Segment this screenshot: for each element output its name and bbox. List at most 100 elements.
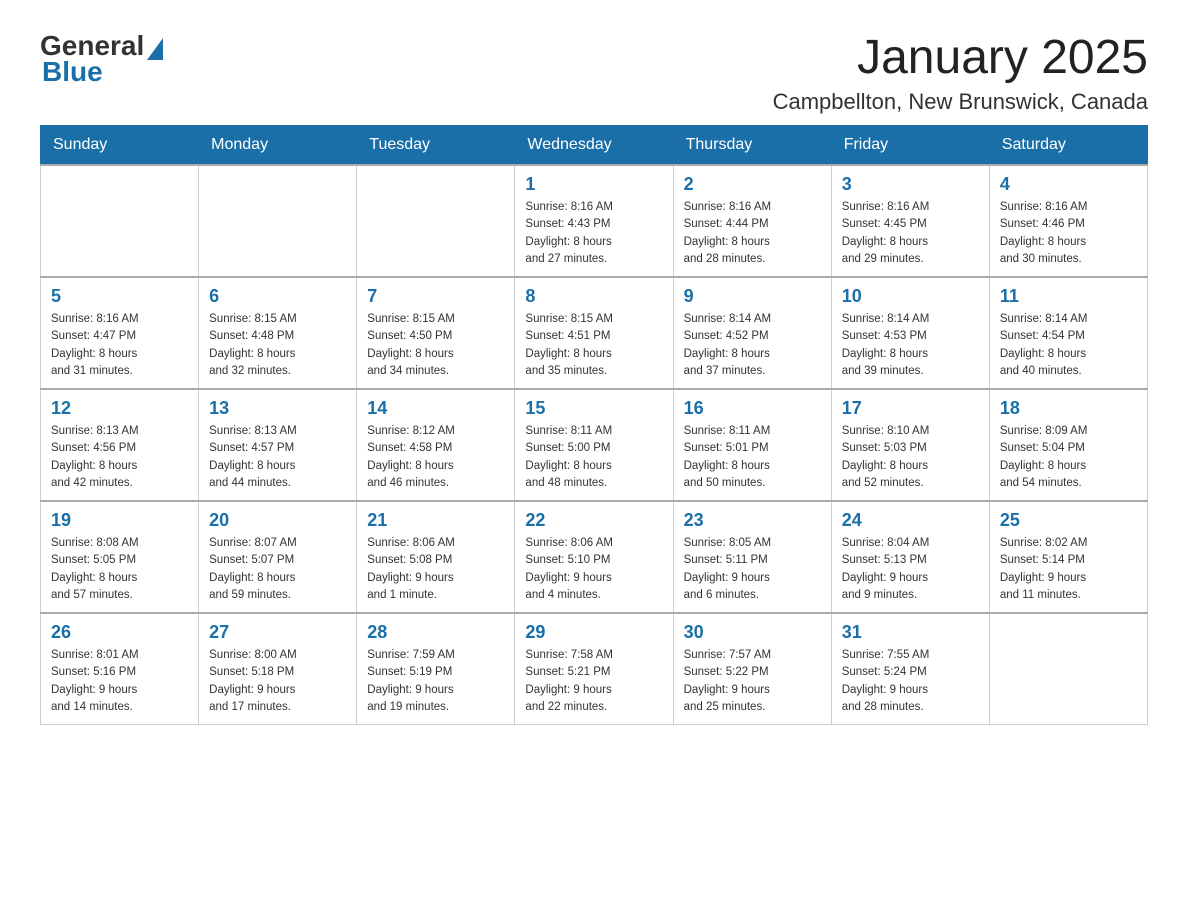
day-info: Sunrise: 8:02 AMSunset: 5:14 PMDaylight:…: [1000, 535, 1137, 604]
day-info: Sunrise: 7:55 AMSunset: 5:24 PMDaylight:…: [842, 647, 979, 716]
day-number: 8: [525, 286, 662, 307]
day-number: 13: [209, 398, 346, 419]
day-number: 7: [367, 286, 504, 307]
day-info: Sunrise: 8:11 AMSunset: 5:01 PMDaylight:…: [684, 423, 821, 492]
day-number: 29: [525, 622, 662, 643]
calendar-cell: 3Sunrise: 8:16 AMSunset: 4:45 PMDaylight…: [831, 165, 989, 277]
day-info: Sunrise: 8:05 AMSunset: 5:11 PMDaylight:…: [684, 535, 821, 604]
calendar-cell: 19Sunrise: 8:08 AMSunset: 5:05 PMDayligh…: [41, 501, 199, 613]
day-info: Sunrise: 8:13 AMSunset: 4:56 PMDaylight:…: [51, 423, 188, 492]
calendar-cell: [199, 165, 357, 277]
calendar-cell: 6Sunrise: 8:15 AMSunset: 4:48 PMDaylight…: [199, 277, 357, 389]
weekday-header-monday: Monday: [199, 126, 357, 166]
calendar-cell: 12 Sunrise: 8:13 AMSunset: 4:56 PMDayligh…: [41, 389, 199, 501]
logo-blue: Blue: [40, 56, 163, 88]
day-info: Sunrise: 8:15 AMSunset: 4:50 PMDaylight:…: [367, 311, 504, 380]
day-info: Sunrise: 8:16 AMSunset: 4:45 PMDaylight:…: [842, 199, 979, 268]
day-number: 14: [367, 398, 504, 419]
weekday-header-wednesday: Wednesday: [515, 126, 673, 166]
day-number: 22: [525, 510, 662, 531]
day-info: Sunrise: 8:11 AMSunset: 5:00 PMDaylight:…: [525, 423, 662, 492]
day-number: 9: [684, 286, 821, 307]
month-title: January 2025: [773, 30, 1148, 85]
day-number: 30: [684, 622, 821, 643]
day-info: Sunrise: 8:00 AMSunset: 5:18 PMDaylight:…: [209, 647, 346, 716]
day-info: Sunrise: 8:06 AMSunset: 5:08 PMDaylight:…: [367, 535, 504, 604]
weekday-header-thursday: Thursday: [673, 126, 831, 166]
day-number: 27: [209, 622, 346, 643]
weekday-header-tuesday: Tuesday: [357, 126, 515, 166]
calendar-cell: 22 Sunrise: 8:06 AMSunset: 5:10 PMDayligh…: [515, 501, 673, 613]
day-number: 1: [525, 174, 662, 195]
day-number: 25: [1000, 510, 1137, 531]
calendar-cell: 16 Sunrise: 8:11 AMSunset: 5:01 PMDayligh…: [673, 389, 831, 501]
day-number: 6: [209, 286, 346, 307]
day-info: Sunrise: 8:16 AMSunset: 4:43 PMDaylight:…: [525, 199, 662, 268]
calendar-cell: 17 Sunrise: 8:10 AMSunset: 5:03 PMDayligh…: [831, 389, 989, 501]
day-info: Sunrise: 8:16 AMSunset: 4:46 PMDaylight:…: [1000, 199, 1137, 268]
calendar-cell: 30Sunrise: 7:57 AMSunset: 5:22 PMDayligh…: [673, 613, 831, 725]
day-number: 16: [684, 398, 821, 419]
day-info: Sunrise: 7:58 AMSunset: 5:21 PMDaylight:…: [525, 647, 662, 716]
calendar-cell: 21 Sunrise: 8:06 AMSunset: 5:08 PMDayligh…: [357, 501, 515, 613]
day-number: 20: [209, 510, 346, 531]
day-number: 28: [367, 622, 504, 643]
day-info: Sunrise: 8:14 AMSunset: 4:52 PMDaylight:…: [684, 311, 821, 380]
calendar-cell: 18 Sunrise: 8:09 AMSunset: 5:04 PMDayligh…: [989, 389, 1147, 501]
calendar-cell: 5 Sunrise: 8:16 AMSunset: 4:47 PMDaylight…: [41, 277, 199, 389]
calendar-cell: 9 Sunrise: 8:14 AMSunset: 4:52 PMDaylight…: [673, 277, 831, 389]
day-info: Sunrise: 8:15 AMSunset: 4:51 PMDaylight:…: [525, 311, 662, 380]
day-number: 5: [51, 286, 188, 307]
day-info: Sunrise: 8:09 AMSunset: 5:04 PMDaylight:…: [1000, 423, 1137, 492]
day-number: 21: [367, 510, 504, 531]
day-number: 2: [684, 174, 821, 195]
weekday-header-friday: Friday: [831, 126, 989, 166]
calendar-cell: 13Sunrise: 8:13 AMSunset: 4:57 PMDayligh…: [199, 389, 357, 501]
day-number: 4: [1000, 174, 1137, 195]
day-number: 26: [51, 622, 188, 643]
logo: General Blue: [40, 30, 163, 88]
week-row-1: 1 Sunrise: 8:16 AMSunset: 4:43 PMDaylight…: [41, 165, 1148, 277]
weekday-header-saturday: Saturday: [989, 126, 1147, 166]
week-row-4: 19Sunrise: 8:08 AMSunset: 5:05 PMDayligh…: [41, 501, 1148, 613]
calendar-cell: 20 Sunrise: 8:07 AMSunset: 5:07 PMDayligh…: [199, 501, 357, 613]
week-row-2: 5 Sunrise: 8:16 AMSunset: 4:47 PMDaylight…: [41, 277, 1148, 389]
day-number: 24: [842, 510, 979, 531]
page-header: General Blue January 2025 Campbellton, N…: [40, 30, 1148, 115]
title-block: January 2025 Campbellton, New Brunswick,…: [773, 30, 1148, 115]
day-number: 31: [842, 622, 979, 643]
day-number: 12: [51, 398, 188, 419]
weekday-header-row: SundayMondayTuesdayWednesdayThursdayFrid…: [41, 126, 1148, 166]
weekday-header-sunday: Sunday: [41, 126, 199, 166]
calendar-cell: 15 Sunrise: 8:11 AMSunset: 5:00 PMDayligh…: [515, 389, 673, 501]
calendar-cell: [989, 613, 1147, 725]
calendar-cell: 23 Sunrise: 8:05 AMSunset: 5:11 PMDayligh…: [673, 501, 831, 613]
calendar-cell: 24 Sunrise: 8:04 AMSunset: 5:13 PMDayligh…: [831, 501, 989, 613]
week-row-3: 12 Sunrise: 8:13 AMSunset: 4:56 PMDayligh…: [41, 389, 1148, 501]
day-number: 18: [1000, 398, 1137, 419]
day-info: Sunrise: 7:59 AMSunset: 5:19 PMDaylight:…: [367, 647, 504, 716]
day-number: 23: [684, 510, 821, 531]
calendar-table: SundayMondayTuesdayWednesdayThursdayFrid…: [40, 125, 1148, 725]
calendar-cell: 1 Sunrise: 8:16 AMSunset: 4:43 PMDaylight…: [515, 165, 673, 277]
calendar-cell: 4 Sunrise: 8:16 AMSunset: 4:46 PMDaylight…: [989, 165, 1147, 277]
day-number: 11: [1000, 286, 1137, 307]
day-number: 15: [525, 398, 662, 419]
day-info: Sunrise: 8:04 AMSunset: 5:13 PMDaylight:…: [842, 535, 979, 604]
day-number: 17: [842, 398, 979, 419]
calendar-cell: 14Sunrise: 8:12 AMSunset: 4:58 PMDayligh…: [357, 389, 515, 501]
day-number: 10: [842, 286, 979, 307]
calendar-cell: 27 Sunrise: 8:00 AMSunset: 5:18 PMDayligh…: [199, 613, 357, 725]
day-info: Sunrise: 8:08 AMSunset: 5:05 PMDaylight:…: [51, 535, 188, 604]
day-info: Sunrise: 8:06 AMSunset: 5:10 PMDaylight:…: [525, 535, 662, 604]
calendar-cell: [41, 165, 199, 277]
day-info: Sunrise: 8:14 AMSunset: 4:53 PMDaylight:…: [842, 311, 979, 380]
day-info: Sunrise: 8:07 AMSunset: 5:07 PMDaylight:…: [209, 535, 346, 604]
location-title: Campbellton, New Brunswick, Canada: [773, 89, 1148, 115]
calendar-cell: [357, 165, 515, 277]
calendar-cell: 28 Sunrise: 7:59 AMSunset: 5:19 PMDayligh…: [357, 613, 515, 725]
calendar-cell: 25 Sunrise: 8:02 AMSunset: 5:14 PMDayligh…: [989, 501, 1147, 613]
calendar-cell: 11Sunrise: 8:14 AMSunset: 4:54 PMDayligh…: [989, 277, 1147, 389]
day-info: Sunrise: 8:10 AMSunset: 5:03 PMDaylight:…: [842, 423, 979, 492]
day-info: Sunrise: 8:16 AMSunset: 4:47 PMDaylight:…: [51, 311, 188, 380]
